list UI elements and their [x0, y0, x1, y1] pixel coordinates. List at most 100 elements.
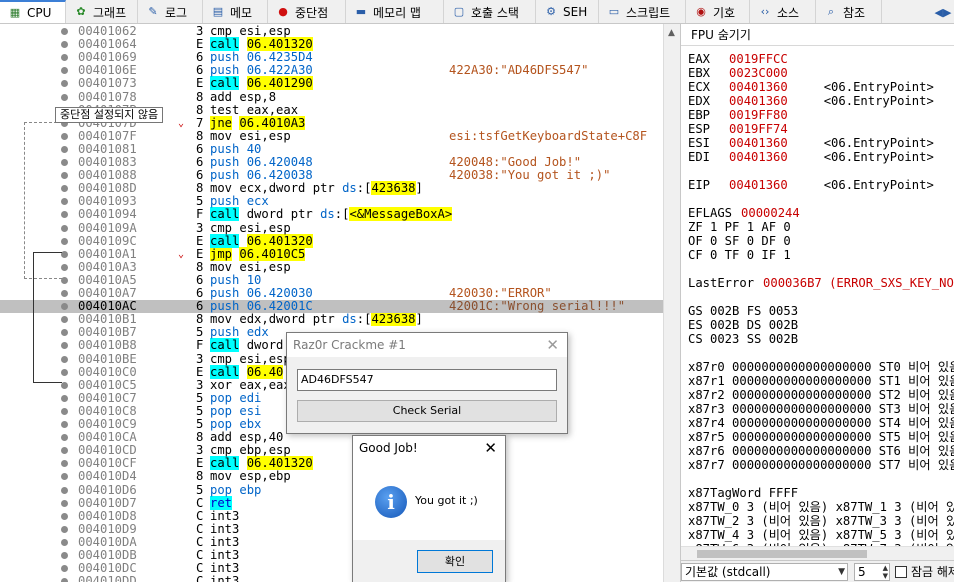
disasm-row[interactable]: 00401083 6 push 06.420048 420048:"Good Job!…: [0, 156, 663, 169]
breakpoint-dot-icon[interactable]: [61, 421, 68, 428]
scroll-up-icon[interactable]: ▲: [668, 28, 675, 38]
x87-tw-line[interactable]: x87TW_2 3 (비어 있음) x87TW_3 3 (비어 있음): [688, 514, 954, 528]
segment-line[interactable]: CS 0023 SS 002B: [688, 332, 798, 346]
breakpoint-dot-icon[interactable]: [61, 41, 68, 49]
disasm-row[interactable]: 00401081 6 push 40: [0, 142, 663, 156]
breakpoint-dot-icon[interactable]: [61, 565, 68, 573]
disasm-row[interactable]: 004010D9 Cint3: [0, 522, 663, 536]
x87-register-line[interactable]: x87r2 0000000000000000000 ST2 비어 있음: [688, 388, 954, 402]
breakpoint-dot-icon[interactable]: [61, 54, 68, 62]
breakpoint-dot-icon[interactable]: [61, 132, 68, 140]
flags-line[interactable]: OF 0 SF 0 DF 0: [688, 234, 791, 248]
breakpoint-dot-icon[interactable]: [61, 263, 68, 271]
x87-register-line[interactable]: x87r1 0000000000000000000 ST1 비어 있음: [688, 374, 954, 388]
breakpoint-dot-icon[interactable]: [61, 329, 68, 337]
breakpoint-dot-icon[interactable]: [61, 172, 68, 180]
tab-seh[interactable]: ⚙ SEH: [536, 0, 599, 23]
disasm-row[interactable]: 004010A1 ⌄ Ejmp 06.4010C5: [0, 246, 663, 261]
x87-register-line[interactable]: x87r6 0000000000000000000 ST6 비어 있음: [688, 444, 954, 458]
fpu-toggle-header[interactable]: FPU 숨기기: [681, 24, 954, 46]
breakpoint-dot-icon[interactable]: [61, 407, 68, 415]
register-ebp[interactable]: EBP 0019FF80: [688, 108, 788, 122]
argument-count-spinner[interactable]: 5 ▲ ▼: [854, 563, 890, 581]
disasm-row[interactable]: 00401069 6 push 06.4235D4: [0, 51, 663, 64]
disasm-row[interactable]: 004010CF Ecall 06.401320: [0, 456, 663, 471]
x87-register-line[interactable]: x87r0 0000000000000000000 ST0 비어 있음: [688, 360, 954, 374]
register-lasterror[interactable]: LastError 000036B7 (ERROR_SXS_KEY_NOT_FOU…: [688, 276, 954, 290]
disasm-row[interactable]: 004010D6 5 pop ebp: [0, 483, 663, 497]
x87-register-line[interactable]: x87r3 0000000000000000000 ST3 비어 있음: [688, 402, 954, 416]
breakpoint-dot-icon[interactable]: [61, 28, 68, 35]
tab-scroll-arrows-icon[interactable]: ◀▶: [932, 0, 954, 23]
x87-tw-line[interactable]: x87TW_4 3 (비어 있음) x87TW_5 3 (비어 있음): [688, 528, 954, 542]
register-edi[interactable]: EDI 00401360 <06.EntryPoint>: [688, 150, 934, 164]
close-icon[interactable]: ✕: [484, 436, 497, 460]
breakpoint-dot-icon[interactable]: [61, 525, 68, 533]
tab-graph[interactable]: ✿ 그래프: [66, 0, 138, 23]
tab-breakpoint[interactable]: ● 중단점: [268, 0, 346, 23]
breakpoint-dot-icon[interactable]: [61, 342, 68, 350]
breakpoint-dot-icon[interactable]: [61, 93, 68, 101]
breakpoint-dot-icon[interactable]: [61, 512, 68, 520]
tab-call-stack[interactable]: ▢ 호출 스택: [444, 0, 536, 23]
register-esi[interactable]: ESI 00401360 <06.EntryPoint>: [688, 136, 934, 150]
disasm-row[interactable]: 004010D8 Cint3: [0, 509, 663, 523]
disasm-row[interactable]: 004010AC 6 push 06.42001C 42001C:"Wrong ser…: [0, 300, 663, 314]
register-edx[interactable]: EDX 00401360 <06.EntryPoint>: [688, 94, 934, 108]
registers-horizontal-scrollbar[interactable]: [681, 546, 954, 560]
breakpoint-dot-icon[interactable]: [61, 316, 68, 324]
disasm-row[interactable]: 00401094 Fcall dword ptr ds:[<&MessageBox…: [0, 207, 663, 222]
check-serial-button[interactable]: Check Serial: [297, 400, 557, 422]
disasm-row[interactable]: 00401064 Ecall 06.401320: [0, 37, 663, 52]
tab-script[interactable]: ▭ 스크립트: [599, 0, 686, 23]
breakpoint-dot-icon[interactable]: [61, 447, 68, 455]
disasm-row[interactable]: 00401073 Ecall 06.401290: [0, 76, 663, 91]
disasm-row[interactable]: 004010B1 8 mov edx,dword ptr ds:[423638]: [0, 312, 663, 327]
x87-tagword[interactable]: x87TagWord FFFF: [688, 486, 798, 500]
tab-memory-map[interactable]: ▬ 메모리 맵: [346, 0, 444, 23]
close-icon[interactable]: ✕: [546, 333, 559, 357]
unlock-checkbox[interactable]: [895, 566, 907, 578]
breakpoint-dot-icon[interactable]: [61, 276, 68, 284]
register-eip[interactable]: EIP 00401360 <06.EntryPoint>: [688, 178, 934, 192]
disasm-row[interactable]: 0040108D 8 mov ecx,dword ptr ds:[423638]: [0, 181, 663, 196]
breakpoint-dot-icon[interactable]: [61, 394, 68, 402]
breakpoint-dot-icon[interactable]: [61, 460, 68, 468]
breakpoint-dot-icon[interactable]: [61, 368, 68, 376]
disasm-row[interactable]: 0040109A 3 cmp esi,esp: [0, 221, 663, 235]
disasm-row[interactable]: 00401088 6 push 06.420038 420038:"You got i…: [0, 169, 663, 182]
breakpoint-dot-icon[interactable]: [61, 486, 68, 494]
tab-log[interactable]: ✎ 로그: [138, 0, 203, 23]
breakpoint-dot-icon[interactable]: [61, 198, 68, 206]
breakpoint-dot-icon[interactable]: [61, 381, 68, 389]
x87-tw-line[interactable]: x87TW_0 3 (비어 있음) x87TW_1 3 (비어 있음): [688, 500, 954, 514]
segment-line[interactable]: GS 002B FS 0053: [688, 304, 798, 318]
breakpoint-dot-icon[interactable]: [61, 538, 68, 546]
disasm-row[interactable]: 004010D4 8 mov esp,ebp: [0, 470, 663, 483]
breakpoint-dot-icon[interactable]: [61, 185, 68, 193]
disasm-row[interactable]: 0040109C Ecall 06.401320: [0, 233, 663, 248]
breakpoint-dot-icon[interactable]: [61, 578, 68, 582]
register-ecx[interactable]: ECX 00401360 <06.EntryPoint>: [688, 80, 934, 94]
breakpoint-dot-icon[interactable]: [61, 434, 68, 442]
disasm-row[interactable]: 00401078 8 add esp,8: [0, 90, 663, 104]
disasm-row[interactable]: 004010A7 6 push 06.420030 420030:"ERROR": [0, 287, 663, 300]
breakpoint-dot-icon[interactable]: [61, 237, 68, 245]
disasm-row[interactable]: 00401062 3 cmp esi,esp: [0, 25, 663, 38]
breakpoint-dot-icon[interactable]: [61, 80, 68, 88]
breakpoint-dot-icon[interactable]: [61, 159, 68, 166]
breakpoint-dot-icon[interactable]: [61, 250, 68, 258]
flags-line[interactable]: ZF 1 PF 1 AF 0: [688, 220, 791, 234]
serial-input[interactable]: AD46DFS547: [297, 369, 557, 391]
breakpoint-dot-icon[interactable]: [61, 224, 68, 232]
tab-source[interactable]: ‹› 소스: [750, 0, 816, 23]
breakpoint-dot-icon[interactable]: [61, 211, 68, 219]
tab-cpu[interactable]: ▦ CPU: [0, 0, 66, 23]
register-eflags[interactable]: EFLAGS 00000244: [688, 206, 800, 220]
breakpoint-dot-icon[interactable]: [61, 473, 68, 481]
tab-notes[interactable]: ▤ 메모: [203, 0, 268, 23]
disassembly-view[interactable]: 004010DD Cint3 004010DC Cint3 004010DB Cint3 0…: [0, 24, 663, 582]
register-ebx[interactable]: EBX 0023C000: [688, 66, 788, 80]
disasm-row[interactable]: 00401093 5 push ecx: [0, 195, 663, 208]
breakpoint-dot-icon[interactable]: [61, 552, 68, 559]
